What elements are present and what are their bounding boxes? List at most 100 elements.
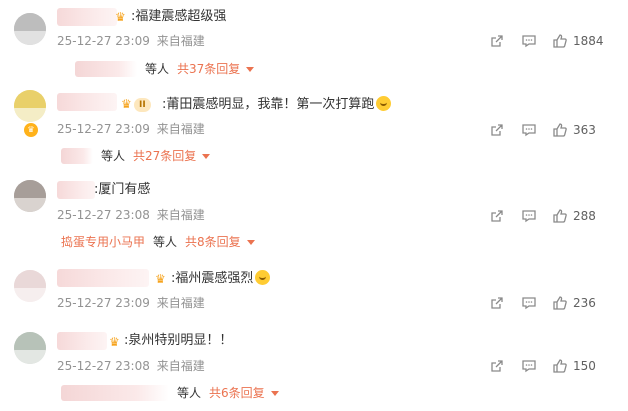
reply-summary[interactable]: 捣蛋专用小马甲 等人 共8条回复 — [61, 233, 255, 251]
reply-total-link[interactable]: 共8条回复 — [185, 233, 255, 251]
like-icon — [553, 34, 567, 48]
reply-total-link[interactable]: 共27条回复 — [133, 147, 211, 165]
comment-meta: 25-12-27 23:08 来自福建 — [57, 358, 205, 374]
comment-time: 25-12-27 23:08 — [57, 359, 150, 373]
reply-by: 等人 — [145, 62, 170, 76]
reply-name-blurred[interactable] — [75, 61, 137, 77]
share-icon — [491, 360, 503, 372]
share-icon — [491, 210, 503, 222]
comment-actions: 1884 — [488, 33, 628, 49]
comment-button[interactable] — [521, 358, 537, 374]
comment-button[interactable] — [521, 33, 537, 49]
comment-time: 25-12-27 23:09 — [57, 34, 150, 48]
comment-text: :福州震感强烈 — [171, 270, 271, 288]
comment-actions: 236 — [488, 295, 628, 311]
triangle-down-icon — [270, 390, 279, 396]
comment-item: :厦门有感 25-12-27 23:08 来自福建 288 捣蛋专用小马甲 等人… — [0, 175, 628, 260]
reply-summary[interactable]: 等人 共37条回复 — [75, 60, 255, 78]
triangle-down-icon — [202, 153, 211, 159]
vip-badge-icon: ♛ — [23, 122, 39, 138]
like-button[interactable]: 150 — [552, 358, 596, 374]
comment-meta: 25-12-27 23:09 来自福建 — [57, 295, 205, 311]
comment-time: 25-12-27 23:09 — [57, 122, 150, 136]
emoji-icon — [255, 270, 271, 285]
reply-summary[interactable]: 等人 共27条回复 — [61, 147, 211, 165]
reply-summary[interactable]: 等人 共6条回复 — [61, 384, 279, 402]
crown-icon: ♛ — [109, 335, 120, 349]
comment-text: :福建震感超级强 — [131, 9, 227, 24]
avatar[interactable] — [14, 90, 46, 122]
reply-name-blurred[interactable] — [61, 148, 93, 164]
comment-actions: 150 — [488, 358, 628, 374]
reply-by: 等人 — [177, 386, 202, 400]
username-blurred[interactable] — [57, 269, 149, 287]
like-icon — [553, 209, 567, 223]
comment-meta: 25-12-27 23:08 来自福建 — [57, 207, 205, 223]
like-count: 236 — [573, 296, 596, 310]
comment-icon — [522, 124, 536, 137]
comment-source: 来自福建 — [156, 296, 205, 310]
member-level-badge: II — [134, 98, 151, 112]
share-button[interactable] — [489, 33, 505, 49]
reply-total-link[interactable]: 共6条回复 — [209, 384, 279, 402]
avatar[interactable] — [14, 13, 46, 45]
like-button[interactable]: 363 — [552, 122, 596, 138]
comment-item: ♛ ♛ II :莆田震感明显，我靠！第一次打算跑 25-12-27 23:09 … — [0, 85, 628, 170]
triangle-down-icon — [246, 66, 255, 72]
comment-button[interactable] — [521, 208, 537, 224]
share-icon — [491, 35, 503, 47]
comment-icon — [522, 210, 536, 223]
like-count: 288 — [573, 209, 596, 223]
comment-item: ♛ :福建震感超级强 25-12-27 23:09 来自福建 1884 等人 共… — [0, 0, 628, 80]
comment-time: 25-12-27 23:08 — [57, 208, 150, 222]
reply-name-link[interactable]: 捣蛋专用小马甲 — [61, 233, 145, 251]
like-icon — [553, 296, 567, 310]
username-blurred[interactable] — [57, 8, 117, 26]
username-blurred[interactable] — [57, 93, 117, 111]
share-icon — [491, 297, 503, 309]
comment-actions: 363 — [488, 122, 628, 138]
reply-by: 等人 — [101, 149, 126, 163]
like-icon — [553, 359, 567, 373]
comment-text: :厦门有感 — [94, 182, 151, 197]
avatar[interactable] — [14, 270, 46, 302]
sweat-smile-emoji-icon — [376, 96, 392, 111]
username-blurred[interactable] — [57, 332, 107, 350]
like-icon — [553, 123, 567, 137]
share-button[interactable] — [489, 358, 505, 374]
comment-icon — [522, 297, 536, 310]
crown-icon: ♛ — [121, 97, 132, 111]
username-blurred[interactable] — [57, 181, 95, 199]
share-button[interactable] — [489, 295, 505, 311]
comment-meta: 25-12-27 23:09 来自福建 — [57, 33, 205, 49]
comment-time: 25-12-27 23:09 — [57, 296, 150, 310]
reply-total-link[interactable]: 共37条回复 — [177, 60, 255, 78]
comment-source: 来自福建 — [156, 359, 205, 373]
like-button[interactable]: 288 — [552, 208, 596, 224]
comment-icon — [522, 360, 536, 373]
comment-button[interactable] — [521, 122, 537, 138]
reply-name-blurred[interactable] — [61, 385, 169, 401]
comment-source: 来自福建 — [156, 122, 205, 136]
share-icon — [491, 124, 503, 136]
share-button[interactable] — [489, 208, 505, 224]
avatar[interactable] — [14, 332, 46, 364]
comment-text: :莆田震感明显，我靠！第一次打算跑 — [162, 96, 392, 114]
reply-by: 等人 — [153, 235, 178, 249]
comment-text: :泉州特别明显！！ — [124, 333, 233, 348]
crown-icon: ♛ — [155, 272, 166, 286]
comment-source: 来自福建 — [156, 208, 205, 222]
comment-button[interactable] — [521, 295, 537, 311]
crown-icon: ♛ — [115, 10, 126, 24]
avatar[interactable] — [14, 180, 46, 212]
comment-actions: 288 — [488, 208, 628, 224]
like-count: 1884 — [573, 34, 604, 48]
like-button[interactable]: 1884 — [552, 33, 604, 49]
share-button[interactable] — [489, 122, 505, 138]
comment-item: ♛ :福州震感强烈 25-12-27 23:09 来自福建 236 — [0, 263, 628, 323]
triangle-down-icon — [246, 239, 255, 245]
comment-source: 来自福建 — [156, 34, 205, 48]
comment-meta: 25-12-27 23:09 来自福建 — [57, 121, 205, 137]
comment-icon — [522, 35, 536, 48]
like-button[interactable]: 236 — [552, 295, 596, 311]
